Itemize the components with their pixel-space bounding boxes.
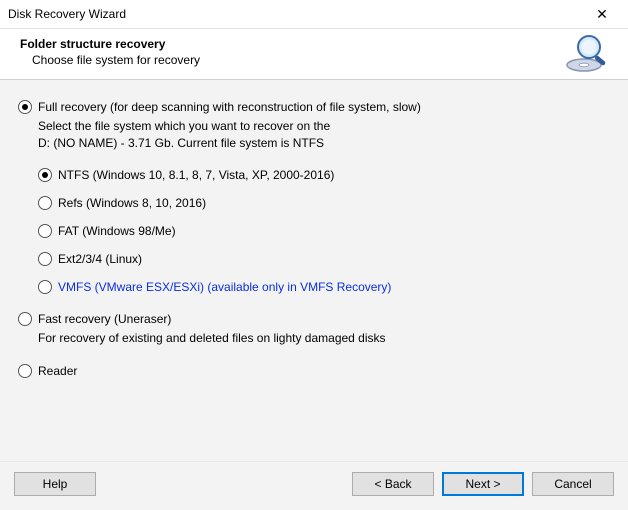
fs-refs-label: Refs (Windows 8, 10, 2016) — [58, 196, 206, 210]
wizard-header: Folder structure recovery Choose file sy… — [0, 29, 628, 80]
mode-fast-label: Fast recovery (Uneraser) — [38, 312, 171, 326]
full-recovery-desc: Select the file system which you want to… — [38, 118, 610, 152]
radio-icon — [38, 196, 52, 210]
next-button[interactable]: Next > — [442, 472, 524, 496]
window-title: Disk Recovery Wizard — [6, 7, 582, 21]
fast-recovery-desc: For recovery of existing and deleted fil… — [38, 330, 610, 347]
fs-refs[interactable]: Refs (Windows 8, 10, 2016) — [38, 196, 610, 210]
filesystem-group: NTFS (Windows 10, 8.1, 8, 7, Vista, XP, … — [38, 168, 610, 294]
wizard-footer: Help < Back Next > Cancel — [0, 461, 628, 510]
full-desc-line1: Select the file system which you want to… — [38, 119, 330, 133]
radio-icon — [18, 364, 32, 378]
radio-icon — [38, 280, 52, 294]
radio-icon — [18, 312, 32, 326]
close-icon[interactable]: ✕ — [582, 0, 622, 28]
page-subtitle: Choose file system for recovery — [32, 53, 608, 67]
radio-icon — [38, 224, 52, 238]
fs-fat-label: FAT (Windows 98/Me) — [58, 224, 176, 238]
mode-reader-label: Reader — [38, 364, 77, 378]
fs-ntfs-label: NTFS (Windows 10, 8.1, 8, 7, Vista, XP, … — [58, 168, 334, 182]
cancel-button[interactable]: Cancel — [532, 472, 614, 496]
wizard-window: Disk Recovery Wizard ✕ Folder structure … — [0, 0, 628, 510]
mode-reader[interactable]: Reader — [18, 364, 610, 378]
fs-ext-label: Ext2/3/4 (Linux) — [58, 252, 142, 266]
wizard-content: Full recovery (for deep scanning with re… — [0, 80, 628, 461]
mode-fast-recovery[interactable]: Fast recovery (Uneraser) — [18, 312, 610, 326]
fs-ext[interactable]: Ext2/3/4 (Linux) — [38, 252, 610, 266]
magnifier-disk-icon — [564, 31, 610, 80]
fs-fat[interactable]: FAT (Windows 98/Me) — [38, 224, 610, 238]
fs-vmfs[interactable]: VMFS (VMware ESX/ESXi) (available only i… — [38, 280, 610, 294]
titlebar: Disk Recovery Wizard ✕ — [0, 0, 628, 29]
page-title: Folder structure recovery — [20, 37, 608, 51]
radio-icon — [38, 168, 52, 182]
help-button[interactable]: Help — [14, 472, 96, 496]
radio-icon — [38, 252, 52, 266]
full-desc-line2: D: (NO NAME) - 3.71 Gb. Current file sys… — [38, 136, 324, 150]
back-button[interactable]: < Back — [352, 472, 434, 496]
radio-icon — [18, 100, 32, 114]
fs-vmfs-label: VMFS (VMware ESX/ESXi) (available only i… — [58, 280, 391, 294]
mode-full-label: Full recovery (for deep scanning with re… — [38, 100, 421, 114]
fs-ntfs[interactable]: NTFS (Windows 10, 8.1, 8, 7, Vista, XP, … — [38, 168, 610, 182]
mode-full-recovery[interactable]: Full recovery (for deep scanning with re… — [18, 100, 610, 114]
